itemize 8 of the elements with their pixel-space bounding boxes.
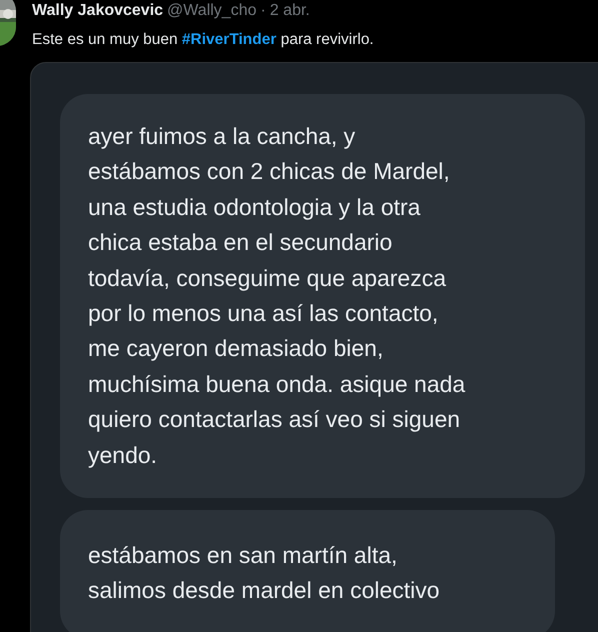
attached-image[interactable] [30,62,598,632]
separator: · [260,1,266,21]
author-name[interactable]: Wally Jakovcevic [32,1,164,21]
message-text: estábamos en san martín alta, salimos desde mardel en colectivo [88,542,440,604]
author-handle[interactable]: @Wally_cho [167,1,256,21]
tweet-text: Este es un muy buen #RiverTinder para revivirlo. [32,31,374,48]
post-date[interactable]: 2 abr. [270,1,310,21]
message-text: ayer fuimos a la cancha, y estábamos con 2 chicas de Mardel, una estudia odontologia y la otra chica estaba en el secundario todavía, conseguime que aparezca por lo menos una así las contacto, me cayeron demasiado bien, muchísima buena onda. asique nada quiero contactarlas así veo si siguen yendo. [88,123,466,468]
